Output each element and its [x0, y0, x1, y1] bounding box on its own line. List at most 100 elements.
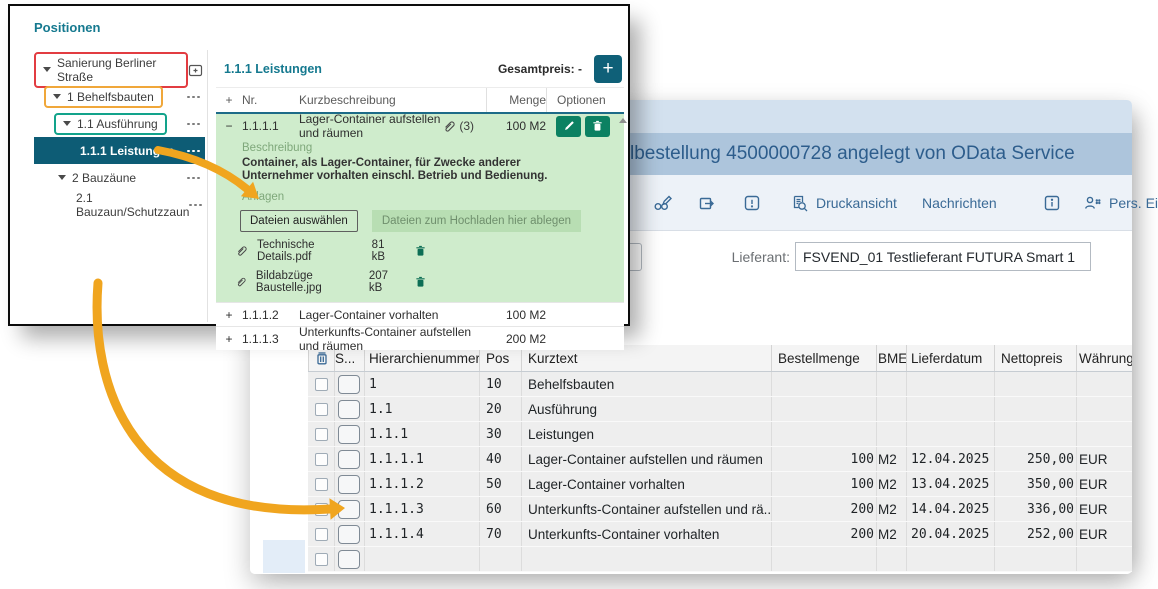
row-checkbox[interactable]	[315, 453, 328, 466]
delete-item-button[interactable]	[585, 116, 610, 137]
add-folder-icon[interactable]	[188, 63, 203, 77]
messages-check-icon[interactable]	[743, 175, 761, 231]
row-select-button[interactable]	[338, 425, 360, 444]
tree-item-bauzaun-schutzzaun[interactable]: 2.1 Bauzaun/Schutzzaun	[34, 191, 205, 218]
more-options-icon[interactable]	[189, 203, 203, 207]
cell-lieferdatum[interactable]	[906, 397, 994, 421]
choose-files-button[interactable]: Dateien auswählen	[240, 210, 358, 232]
detail-scrollbar[interactable]	[618, 118, 628, 123]
tree-item-ausfuehrung[interactable]: 1.1 Ausführung	[34, 110, 205, 137]
more-options-icon[interactable]	[187, 95, 201, 99]
cell-kurztext[interactable]: Leistungen	[521, 422, 771, 446]
header-nettopreis[interactable]: Nettopreis	[994, 345, 1076, 371]
edit-item-button[interactable]	[556, 116, 581, 137]
attachment-row[interactable]: Bildabzüge Baustelle.jpg 207 kB	[236, 270, 426, 294]
cell-hierarchienummer[interactable]: 1	[364, 372, 479, 396]
row-select-button[interactable]	[338, 525, 360, 544]
caret-down-icon[interactable]	[53, 94, 61, 99]
cell-pos[interactable]: 70	[479, 522, 521, 546]
more-options-icon[interactable]	[187, 149, 201, 153]
scroll-up-icon[interactable]	[619, 118, 627, 123]
tree-item-leistungen-selected[interactable]: 1.1.1 Leistungen	[34, 137, 205, 164]
caret-down-icon[interactable]	[63, 121, 71, 126]
cell-nettopreis[interactable]: 350,00	[994, 472, 1076, 496]
info-icon[interactable]	[1043, 175, 1061, 231]
cell-nettopreis[interactable]	[994, 397, 1076, 421]
cell-hierarchienummer[interactable]: 1.1.1.4	[364, 522, 479, 546]
cell-lieferdatum[interactable]	[906, 422, 994, 446]
row-checkbox[interactable]	[315, 428, 328, 441]
cell-kurztext[interactable]: Unterkunfts-Container aufstellen und rä.…	[521, 497, 771, 521]
print-preview-button[interactable]: Druckansicht	[790, 175, 897, 231]
cell-waehrung[interactable]	[1076, 397, 1132, 421]
cell-lieferdatum[interactable]	[906, 547, 994, 571]
row-select-button[interactable]	[338, 450, 360, 469]
attachment-row[interactable]: Technische Details.pdf 81 kB	[236, 239, 426, 263]
caret-down-icon[interactable]	[58, 175, 66, 180]
cell-lieferdatum[interactable]	[906, 372, 994, 396]
cell-nettopreis[interactable]	[994, 547, 1076, 571]
cell-pos[interactable]: 20	[479, 397, 521, 421]
tree-item-root[interactable]: Sanierung Berliner Straße	[34, 56, 205, 83]
row-checkbox[interactable]	[315, 553, 328, 566]
cell-waehrung[interactable]	[1076, 547, 1132, 571]
cell-waehrung[interactable]: EUR	[1076, 447, 1132, 471]
cell-nettopreis[interactable]	[994, 422, 1076, 446]
cell-hierarchienummer[interactable]: 1.1.1.1	[364, 447, 479, 471]
cell-bme[interactable]	[876, 422, 906, 446]
row-select-button[interactable]	[338, 500, 360, 519]
cell-bme[interactable]	[876, 397, 906, 421]
cell-waehrung[interactable]: EUR	[1076, 497, 1132, 521]
collapse-toggle[interactable]: −	[216, 119, 242, 133]
display-change-icon[interactable]	[653, 175, 673, 231]
cell-kurztext[interactable]: Behelfsbauten	[521, 372, 771, 396]
tree-item-bauzaeune[interactable]: 2 Bauzäune	[34, 164, 205, 191]
cell-hierarchienummer[interactable]: 1.1	[364, 397, 479, 421]
cell-pos[interactable]: 60	[479, 497, 521, 521]
upload-dropzone[interactable]: Dateien zum Hochladen hier ablegen	[372, 210, 581, 232]
cell-bestellmenge[interactable]: 100	[771, 447, 876, 471]
more-options-icon[interactable]	[187, 122, 201, 126]
cell-hierarchienummer[interactable]: 1.1.1.3	[364, 497, 479, 521]
file-name[interactable]: Technische Details.pdf	[257, 239, 372, 263]
cell-lieferdatum[interactable]: 14.04.2025	[906, 497, 994, 521]
add-item-button[interactable]: +	[594, 55, 622, 83]
expand-toggle[interactable]: +	[216, 308, 242, 322]
cell-bme[interactable]: M2	[876, 522, 906, 546]
cell-nettopreis[interactable]	[994, 372, 1076, 396]
tree-item-behelfsbauten[interactable]: 1 Behelfsbauten	[34, 83, 205, 110]
supplier-field[interactable]: FSVEND_01 Testlieferant FUTURA Smart 1	[795, 242, 1091, 271]
other-document-icon[interactable]	[698, 175, 716, 231]
cell-bestellmenge[interactable]: 200	[771, 522, 876, 546]
cell-bme[interactable]: M2	[876, 472, 906, 496]
cell-nettopreis[interactable]: 252,00	[994, 522, 1076, 546]
header-bme[interactable]: BME	[876, 345, 906, 371]
item-row[interactable]: + 1.1.1.2 Lager-Container vorhalten 100 …	[216, 302, 624, 326]
delete-file-button[interactable]	[415, 245, 426, 257]
cell-waehrung[interactable]	[1076, 422, 1132, 446]
cell-kurztext[interactable]: Unterkunfts-Container vorhalten	[521, 522, 771, 546]
item-row[interactable]: + 1.1.1.3 Unterkunfts-Container aufstell…	[216, 326, 624, 350]
row-select-button[interactable]	[338, 550, 360, 569]
more-options-icon[interactable]	[187, 176, 201, 180]
file-name[interactable]: Bildabzüge Baustelle.jpg	[256, 270, 369, 294]
cell-waehrung[interactable]: EUR	[1076, 472, 1132, 496]
cell-waehrung[interactable]: EUR	[1076, 522, 1132, 546]
header-lieferdatum[interactable]: Lieferdatum	[906, 345, 994, 371]
row-select-button[interactable]	[338, 375, 360, 394]
delete-file-button[interactable]	[415, 276, 426, 288]
cell-pos[interactable]	[479, 547, 521, 571]
cell-lieferdatum[interactable]: 13.04.2025	[906, 472, 994, 496]
expanded-item-row[interactable]: − 1.1.1.1 Lager-Container aufstellen und…	[216, 114, 624, 138]
cell-pos[interactable]: 30	[479, 422, 521, 446]
messages-button[interactable]: Nachrichten	[922, 175, 997, 231]
cell-pos[interactable]: 50	[479, 472, 521, 496]
cell-bme[interactable]	[876, 372, 906, 396]
header-waehrung[interactable]: Währung	[1076, 345, 1132, 371]
cell-hierarchienummer[interactable]: 1.1.1.2	[364, 472, 479, 496]
personal-settings-button[interactable]: Pers. Einst	[1083, 175, 1158, 231]
cell-bestellmenge[interactable]	[771, 372, 876, 396]
row-checkbox[interactable]	[315, 528, 328, 541]
cell-kurztext[interactable]	[521, 547, 771, 571]
cell-hierarchienummer[interactable]: 1.1.1	[364, 422, 479, 446]
